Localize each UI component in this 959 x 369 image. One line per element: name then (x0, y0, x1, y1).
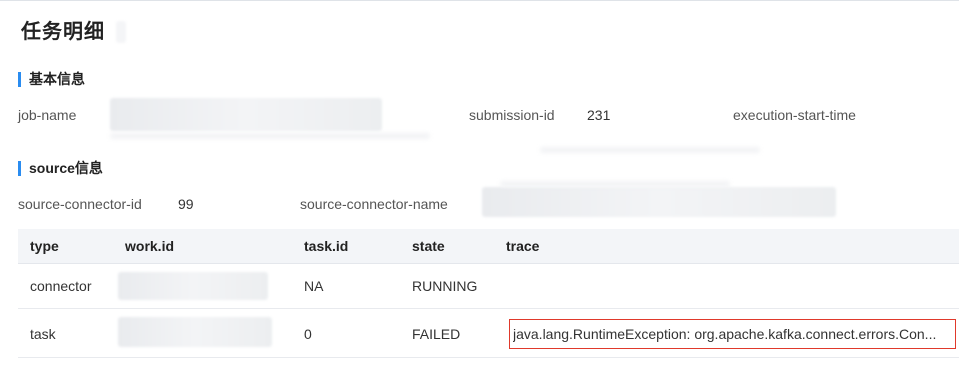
column-header-work-id: work.id (125, 238, 175, 254)
row-type-cell: task (30, 326, 56, 342)
submission-id-label: submission-id (469, 107, 555, 123)
job-name-label: job-name (18, 107, 77, 123)
row-work-id-redacted (118, 317, 272, 347)
column-header-state: state (412, 238, 445, 254)
column-header-trace: trace (506, 238, 540, 254)
source-info-section-title: source信息 (18, 161, 103, 176)
redacted-background-strip (500, 181, 730, 187)
redacted-background-strip (540, 147, 760, 153)
redacted-background-strip (110, 133, 430, 139)
column-header-task-id: task.id (304, 238, 349, 254)
basic-info-section-title: 基本信息 (18, 72, 85, 87)
row-state-cell: FAILED (412, 326, 461, 342)
row-state-cell: RUNNING (412, 278, 478, 294)
row-type-cell: connector (30, 278, 92, 294)
source-connector-id-label: source-connector-id (18, 196, 142, 212)
redacted-title-suffix (116, 21, 126, 43)
table-header: type work.id task.id state trace (18, 229, 959, 264)
source-connector-name-label: source-connector-name (300, 196, 448, 212)
column-header-type: type (30, 238, 59, 254)
source-connector-id-value: 99 (178, 196, 194, 212)
source-connector-name-value-redacted (482, 187, 836, 217)
task-detail-page: 任务明细 基本信息 job-name submission-id 231 exe… (0, 0, 959, 369)
page-title: 任务明细 (21, 21, 105, 43)
row-task-id-cell: NA (304, 278, 324, 294)
job-name-value-redacted (110, 98, 382, 131)
row-trace-cell[interactable]: java.lang.RuntimeException: org.apache.k… (513, 326, 957, 342)
submission-id-value: 231 (587, 107, 611, 123)
row-task-id-cell: 0 (304, 326, 312, 342)
table-row: connector NA RUNNING (18, 264, 959, 309)
execution-start-time-label: execution-start-time (733, 107, 856, 123)
row-work-id-redacted (118, 272, 268, 300)
